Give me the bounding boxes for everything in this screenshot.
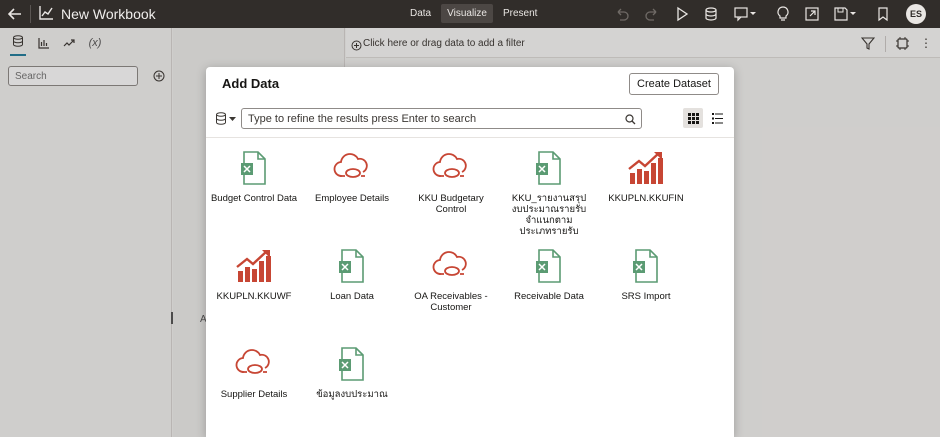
dataset-label: ข้อมูลงบประมาณ bbox=[316, 389, 388, 400]
dataset-tile[interactable]: KKU_รายงานสรุปงบประมาณรายรับจำแนกตามประเ… bbox=[501, 149, 597, 237]
excel-file-icon bbox=[332, 345, 372, 383]
dataset-tile[interactable]: SRS Import bbox=[598, 247, 694, 302]
dataset-tile[interactable]: Loan Data bbox=[304, 247, 400, 302]
excel-file-icon bbox=[332, 247, 372, 285]
dataset-tile[interactable]: Employee Details bbox=[304, 149, 400, 204]
excel-file-icon bbox=[529, 149, 569, 187]
undo-icon[interactable] bbox=[614, 6, 630, 22]
save-dropdown-icon[interactable] bbox=[834, 6, 858, 22]
cloud-db-icon bbox=[234, 345, 274, 383]
play-icon[interactable] bbox=[674, 6, 690, 22]
dataset-label: KKUPLN.KKUWF bbox=[216, 291, 292, 302]
dataset-label: OA Receivables - Customer bbox=[414, 291, 488, 313]
tab-present[interactable]: Present bbox=[497, 4, 543, 23]
dataset-tile[interactable]: OA Receivables - Customer bbox=[403, 247, 499, 313]
redo-icon[interactable] bbox=[644, 6, 660, 22]
lightbulb-icon[interactable] bbox=[775, 6, 791, 22]
tab-data[interactable]: Data bbox=[404, 4, 437, 23]
add-data-dialog: Add Data Create Dataset Budget Control D… bbox=[206, 67, 734, 437]
dataset-label: SRS Import bbox=[621, 291, 671, 302]
workbook-icon bbox=[38, 5, 54, 23]
dataset-label: Supplier Details bbox=[220, 389, 288, 400]
comment-dropdown-icon[interactable] bbox=[734, 6, 758, 22]
cloud-db-icon bbox=[431, 247, 471, 285]
dataset-label: Receivable Data bbox=[514, 291, 584, 302]
analytics-chart-icon bbox=[626, 149, 666, 187]
dialog-title: Add Data bbox=[222, 76, 280, 91]
export-icon[interactable] bbox=[804, 6, 820, 22]
search-icon[interactable] bbox=[625, 112, 636, 125]
dataset-tile[interactable]: KKU Budgetary Control bbox=[403, 149, 499, 215]
dataset-label: KKU_รายงานสรุปงบประมาณรายรับจำแนกตามประเ… bbox=[511, 193, 587, 237]
bookmark-icon[interactable] bbox=[875, 6, 891, 22]
cloud-db-icon bbox=[431, 149, 471, 187]
excel-file-icon bbox=[529, 247, 569, 285]
dataset-label: Budget Control Data bbox=[210, 193, 298, 204]
cloud-db-icon bbox=[332, 149, 372, 187]
list-view-icon[interactable] bbox=[707, 108, 727, 128]
back-arrow-icon[interactable] bbox=[6, 6, 24, 22]
user-avatar[interactable]: ES bbox=[906, 4, 926, 24]
source-filter-dropdown[interactable] bbox=[215, 112, 239, 126]
mode-switcher: Data Visualize Present bbox=[404, 4, 543, 23]
divider bbox=[30, 5, 31, 23]
analytics-chart-icon bbox=[234, 247, 274, 285]
create-dataset-button[interactable]: Create Dataset bbox=[629, 73, 719, 95]
data-refresh-icon[interactable] bbox=[703, 6, 719, 22]
dataset-search-input[interactable] bbox=[241, 108, 642, 129]
dataset-tile[interactable]: Budget Control Data bbox=[206, 149, 302, 204]
dataset-tile[interactable]: ข้อมูลงบประมาณ bbox=[304, 345, 400, 400]
dataset-label: Employee Details bbox=[315, 193, 389, 204]
dataset-label: KKUPLN.KKUFIN bbox=[608, 193, 684, 204]
excel-file-icon bbox=[234, 149, 274, 187]
dataset-tile[interactable]: KKUPLN.KKUFIN bbox=[598, 149, 694, 204]
dataset-label: Loan Data bbox=[330, 291, 374, 302]
dataset-tile[interactable]: KKUPLN.KKUWF bbox=[206, 247, 302, 302]
divider bbox=[206, 137, 734, 138]
dataset-label: KKU Budgetary Control bbox=[418, 193, 484, 215]
dataset-tile[interactable]: Receivable Data bbox=[501, 247, 597, 302]
dataset-tile[interactable]: Supplier Details bbox=[206, 345, 302, 400]
excel-file-icon bbox=[626, 247, 666, 285]
top-bar: New Workbook Data Visualize Present ES bbox=[0, 0, 940, 28]
grid-view-icon[interactable] bbox=[683, 108, 703, 128]
workbook-title[interactable]: New Workbook bbox=[61, 6, 156, 22]
tab-visualize[interactable]: Visualize bbox=[441, 4, 493, 23]
